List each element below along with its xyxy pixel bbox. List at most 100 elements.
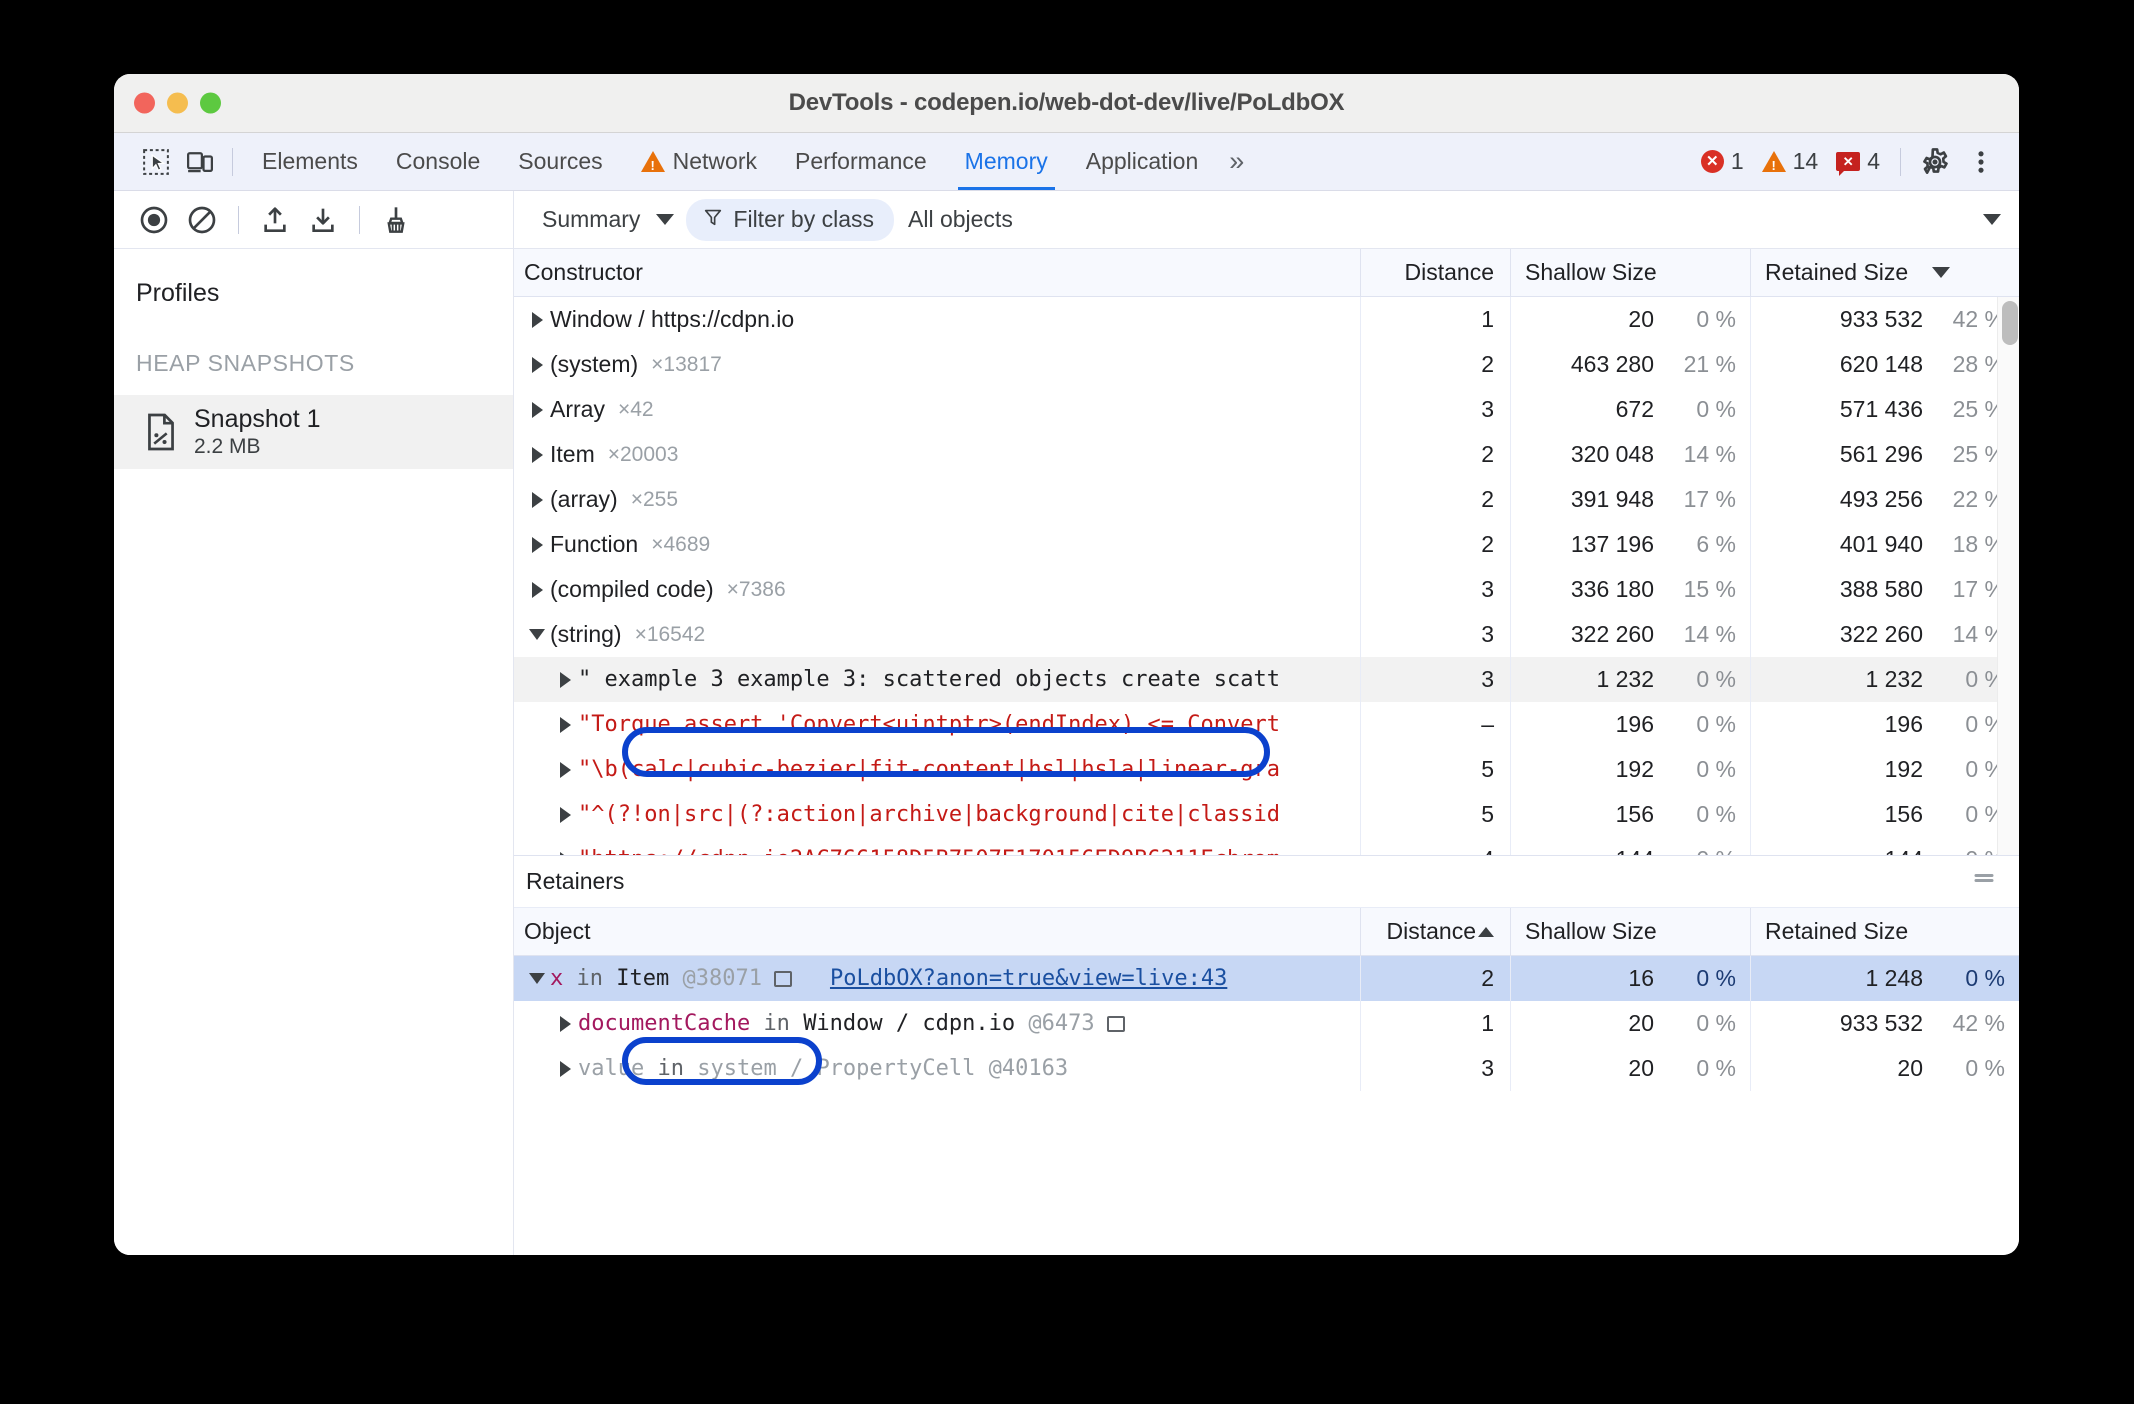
column-header-object[interactable]: Object [514, 908, 1361, 955]
constructor-row[interactable]: (string) ×16542 3 322 260 14 % 322 260 14 % [514, 612, 2019, 657]
warning-counter[interactable]: ! 14 [1754, 148, 1827, 175]
retainer-row[interactable]: documentCache in Window / cdpn.io @6473 1… [514, 1001, 2019, 1046]
constructor-name: Function [550, 531, 639, 557]
object-cell: documentCache in Window / cdpn.io @6473 [514, 1001, 1361, 1046]
expand-triangle-icon[interactable] [524, 491, 550, 508]
device-toolbar-icon[interactable] [178, 140, 222, 184]
constructors-grid-body[interactable]: Window / https://cdpn.io 1 20 0 % 933 532 42 … [514, 297, 2019, 855]
constructor-row[interactable]: "^(?!on|src|(?:action|archive|background… [514, 792, 2019, 837]
issues-counter[interactable]: ✕ 4 [1828, 148, 1888, 176]
expand-triangle-icon[interactable] [524, 536, 550, 553]
constructor-row[interactable]: "\b(calc|cubic-bezier|fit-content|hsl|hs… [514, 747, 2019, 792]
column-header-shallow-size[interactable]: Shallow Size [1511, 249, 1751, 296]
save-profile-icon[interactable] [301, 198, 345, 242]
collect-garbage-broom-icon[interactable] [374, 198, 418, 242]
record-heap-snapshot-icon[interactable] [132, 198, 176, 242]
expand-triangle-icon[interactable] [552, 806, 578, 823]
expand-triangle-icon[interactable] [524, 581, 550, 598]
inspect-element-icon[interactable] [134, 140, 178, 184]
distance-cell: 3 [1361, 657, 1511, 702]
tab-network[interactable]: ! Network [622, 133, 776, 190]
maximize-window-button[interactable] [200, 92, 221, 114]
tab-performance[interactable]: Performance [776, 133, 946, 190]
shallow-size-percent: 15 % [1683, 576, 1736, 602]
expand-triangle-icon[interactable] [552, 851, 578, 855]
sort-descending-icon [1932, 267, 1951, 278]
constructor-row[interactable]: (array) ×255 2 391 948 17 % 493 256 22 % [514, 477, 2019, 522]
triangle-glyph [559, 716, 571, 733]
constructor-row[interactable]: Array ×42 3 672 0 % 571 436 25 % [514, 387, 2019, 432]
object-scope-value: All objects [908, 206, 1013, 232]
load-profile-icon[interactable] [253, 198, 297, 242]
constructor-row[interactable]: Function ×4689 2 137 196 6 % 401 940 18 % [514, 522, 2019, 567]
gear-icon[interactable] [1913, 140, 1957, 184]
expand-triangle-icon[interactable] [524, 311, 550, 328]
retainers-grid-body[interactable]: x in Item @38071 PoLdbOX?anon=true&view=l… [514, 956, 2019, 1255]
expand-triangle-icon[interactable] [552, 716, 578, 733]
constructor-row[interactable]: (compiled code) ×7386 3 336 180 15 % 388 580 1… [514, 567, 2019, 612]
object-scope-select[interactable]: All objects [900, 206, 2001, 233]
more-tabs-chevron-icon[interactable]: » [1217, 133, 1256, 190]
column-header-distance[interactable]: Distance [1361, 908, 1511, 955]
expand-triangle-icon[interactable] [524, 446, 550, 463]
constructor-name: "https://cdpn.io2AC766158D5B7507E170156E… [578, 847, 1280, 855]
source-location-link[interactable]: PoLdbOX?anon=true&view=live:43 [830, 966, 1227, 991]
tab-sources[interactable]: Sources [499, 133, 621, 190]
retainer-property-name: documentCache [578, 1011, 751, 1036]
collapse-triangle-icon[interactable] [524, 629, 550, 640]
expand-triangle-icon[interactable] [552, 1015, 578, 1032]
constructor-row[interactable]: "https://cdpn.io2AC766158D5B7507E170156E… [514, 837, 2019, 855]
constructor-row[interactable]: "Torque assert 'Convert<uintptr>(endInde… [514, 702, 2019, 747]
column-header-distance[interactable]: Distance [1361, 249, 1511, 296]
warning-triangle-icon: ! [1761, 151, 1786, 173]
triangle-glyph [559, 1060, 571, 1077]
retained-size-value: 933 532 [1839, 306, 1923, 332]
column-header-retained-size[interactable]: Retained Size [1751, 249, 2019, 296]
expand-triangle-icon[interactable] [524, 401, 550, 418]
tabbar-divider [232, 147, 233, 176]
clear-all-icon[interactable] [180, 198, 224, 242]
tab-application[interactable]: Application [1067, 133, 1218, 190]
column-header-retained-size[interactable]: Retained Size [1751, 908, 2019, 955]
retained-size-percent: 0 % [1965, 756, 2005, 782]
shallow-size-value: 20 [1628, 306, 1654, 332]
retainer-row[interactable]: value in system / PropertyCell @40163 3 20… [514, 1046, 2019, 1091]
shallow-size-value: 16 [1628, 965, 1654, 991]
expand-triangle-icon[interactable] [524, 356, 550, 373]
retained-size-percent: 0 % [1965, 711, 2005, 737]
constructor-instance-count: ×16542 [634, 622, 706, 646]
error-counter[interactable]: ✕ 1 [1693, 148, 1752, 175]
constructor-row[interactable]: Window / https://cdpn.io 1 20 0 % 933 532 42 … [514, 297, 2019, 342]
more-vertical-icon[interactable] [1959, 140, 2003, 184]
retainer-row[interactable]: x in Item @38071 PoLdbOX?anon=true&view=l… [514, 956, 2019, 1001]
constructors-scrollbar[interactable] [1997, 297, 2019, 855]
column-header-shallow-size[interactable]: Shallow Size [1511, 908, 1751, 955]
minimize-window-button[interactable] [167, 92, 188, 114]
shallow-size-value: 156 [1615, 801, 1654, 827]
constructor-instance-count: ×20003 [607, 442, 679, 466]
tab-console[interactable]: Console [377, 133, 499, 190]
expand-triangle-icon[interactable] [552, 1060, 578, 1077]
column-header-constructor[interactable]: Constructor [514, 249, 1361, 296]
expand-triangle-icon[interactable] [552, 671, 578, 688]
close-window-button[interactable] [134, 92, 155, 114]
collapse-triangle-icon[interactable] [524, 973, 550, 984]
retained-size-value: 620 148 [1839, 351, 1923, 377]
sidebar-item-snapshot-1[interactable]: Snapshot 1 2.2 MB [114, 395, 513, 469]
filter-by-class-input[interactable]: Filter by class [686, 198, 894, 241]
window-controls[interactable] [134, 92, 221, 114]
snapshot-labels: Snapshot 1 2.2 MB [194, 405, 321, 459]
column-label: Retained Size [1765, 918, 1909, 944]
snapshot-size: 2.2 MB [194, 435, 261, 458]
retained-size-cell: 933 532 42 % [1751, 1001, 2019, 1046]
constructor-row[interactable]: " example 3 example 3: scattered objects… [514, 657, 2019, 702]
view-mode-select[interactable]: Summary [536, 202, 680, 237]
window-title: DevTools - codepen.io/web-dot-dev/live/P… [788, 89, 1345, 116]
constructor-row[interactable]: Item ×20003 2 320 048 14 % 561 296 25 % [514, 432, 2019, 477]
expand-triangle-icon[interactable] [552, 761, 578, 778]
tab-memory[interactable]: Memory [946, 133, 1067, 190]
constructor-row[interactable]: (system) ×13817 2 463 280 21 % 620 148 28 % [514, 342, 2019, 387]
tab-elements[interactable]: Elements [243, 133, 377, 190]
scrollbar-thumb[interactable] [2002, 301, 2018, 345]
more-options-hamburger-icon[interactable] [1971, 869, 1997, 894]
